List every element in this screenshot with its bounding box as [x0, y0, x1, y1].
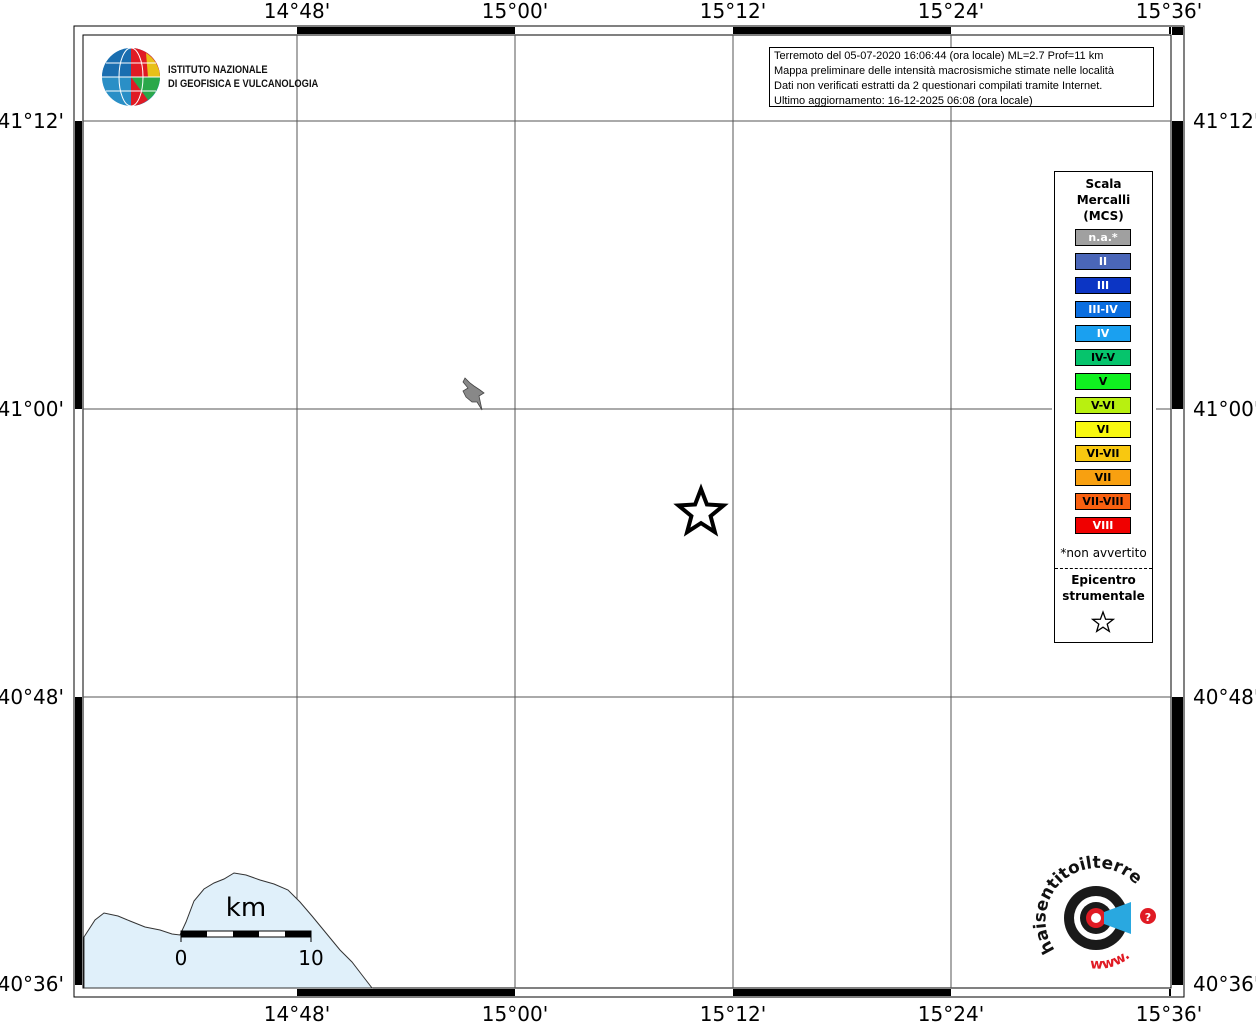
- ingv-globe-icon: [102, 47, 160, 107]
- event-info-box: Terremoto del 05-07-2020 16:06:44 (ora l…: [769, 47, 1154, 107]
- info-line-3: Dati non verificati estratti da 2 questi…: [774, 80, 1103, 92]
- legend-swatch-2: III: [1075, 277, 1131, 294]
- legend-swatch-1: II: [1075, 253, 1131, 270]
- legend-note: *non avvertito: [1060, 546, 1147, 560]
- lon-label-bottom-3: 15°12': [700, 1002, 766, 1024]
- lon-label-bottom-5: 15°36': [1136, 1002, 1202, 1024]
- legend-swatch-5: IV-V: [1075, 349, 1131, 366]
- lon-label-top-1: 14°48': [264, 0, 330, 23]
- ingv-logo-line1: ISTITUTO NAZIONALE: [168, 64, 268, 76]
- lon-label-bottom-1: 14°48': [264, 1002, 330, 1024]
- intensity-legend: Scala Mercalli (MCS) n.a.* II III III-IV IV I…: [1054, 171, 1153, 643]
- legend-separator: [1055, 568, 1152, 569]
- legend-star-icon: [1091, 610, 1115, 633]
- legend-title-line2: Mercalli: [1076, 193, 1131, 207]
- lat-label-left-1: 41°12': [0, 109, 64, 133]
- lat-label-left-2: 41°00': [0, 397, 64, 421]
- lat-label-right-3: 40°48': [1193, 685, 1256, 709]
- lon-label-top-5: 15°36': [1136, 0, 1202, 23]
- info-line-4: Ultimo aggiornamento: 16-12-2025 06:08 (…: [774, 95, 1033, 107]
- legend-swatch-3: III-IV: [1075, 301, 1131, 318]
- legend-swatch-7: V-VI: [1075, 397, 1131, 414]
- lon-label-bottom-4: 15°24': [918, 1002, 984, 1024]
- legend-epi-line1: Epicentro: [1071, 573, 1136, 587]
- lat-label-left-4: 40°36': [0, 972, 64, 996]
- lon-label-top-3: 15°12': [700, 0, 766, 23]
- legend-title-line3: (MCS): [1083, 209, 1124, 223]
- lon-label-top-4: 15°24': [918, 0, 984, 23]
- map-inner-frame: [82, 34, 1172, 989]
- legend-swatch-6: V: [1075, 373, 1131, 390]
- lon-label-top-2: 15°00': [482, 0, 548, 23]
- info-line-2: Mappa preliminare delle intensità macros…: [774, 65, 1114, 77]
- legend-title-line1: Scala: [1085, 177, 1122, 191]
- lat-label-left-3: 40°48': [0, 685, 64, 709]
- lat-label-right-1: 41°12': [1193, 109, 1256, 133]
- legend-swatch-10: VII: [1075, 469, 1131, 486]
- scale-ten: 10: [298, 946, 323, 970]
- legend-swatch-9: VI-VII: [1075, 445, 1131, 462]
- info-line-1: Terremoto del 05-07-2020 16:06:44 (ora l…: [774, 50, 1104, 62]
- ingv-logo-line2: DI GEOFISICA E VULCANOLOGIA: [168, 78, 319, 90]
- legend-epicenter-label: Epicentro strumentale: [1055, 572, 1152, 604]
- lon-label-bottom-2: 15°00': [482, 1002, 548, 1024]
- ingv-logo-text: ISTITUTO NAZIONALE DI GEOFISICA E VULCAN…: [168, 63, 318, 91]
- legend-swatch-0: n.a.*: [1075, 229, 1131, 246]
- legend-title: Scala Mercalli (MCS): [1055, 176, 1152, 224]
- scale-unit: km: [226, 893, 266, 923]
- svg-text:?: ?: [1145, 911, 1151, 924]
- lat-label-right-4: 40°36': [1193, 972, 1256, 996]
- lat-label-right-2: 41°00': [1193, 397, 1256, 421]
- legend-swatch-12: VIII: [1075, 517, 1131, 534]
- legend-swatch-4: IV: [1075, 325, 1131, 342]
- legend-epi-line2: strumentale: [1062, 589, 1145, 603]
- scale-zero: 0: [175, 946, 188, 970]
- legend-swatch-8: VI: [1075, 421, 1131, 438]
- legend-swatch-11: VII-VIII: [1075, 493, 1131, 510]
